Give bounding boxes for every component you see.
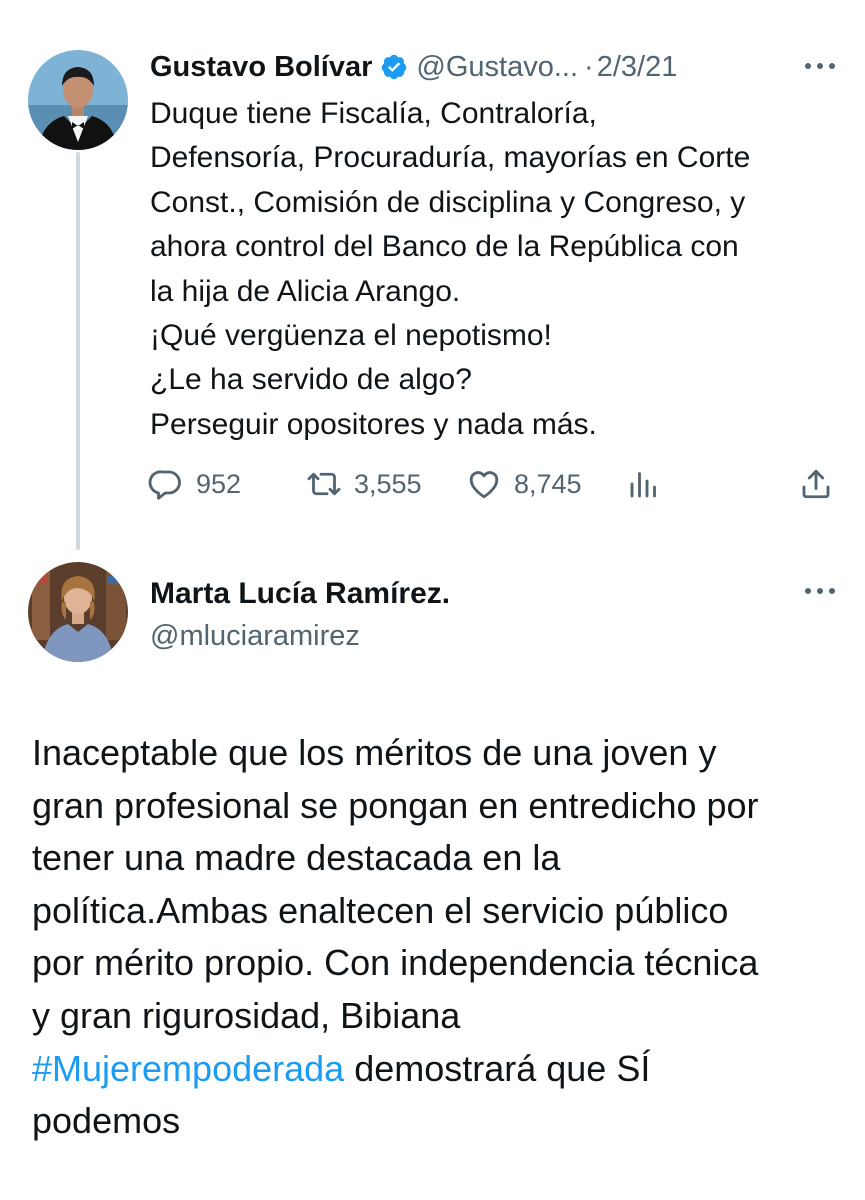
share-button[interactable]	[798, 462, 834, 506]
tweet-text-line: y gran rigurosidad, Bibiana	[32, 994, 461, 1036]
retweet-button[interactable]: 3,555	[306, 462, 422, 506]
share-icon	[802, 469, 830, 499]
like-count: 8,745	[514, 468, 582, 499]
author-handle[interactable]: @Gustavo...	[416, 51, 578, 84]
tweet-text-line: Duque tiene Fiscalía, Contraloría,	[150, 97, 597, 130]
tweet-text-line: por mérito propio. Con independencia téc…	[32, 942, 759, 984]
avatar-gustavo-bolivar[interactable]	[28, 50, 128, 150]
separator-dot: ·	[584, 50, 594, 83]
author-name[interactable]: Gustavo Bolívar	[150, 51, 372, 84]
heart-icon	[469, 471, 499, 499]
tweet-text-line: Const., Comisión de disciplina y Congres…	[150, 185, 746, 219]
author-name[interactable]: Marta Lucía Ramírez.	[150, 573, 450, 615]
analytics-icon	[630, 472, 656, 498]
tweet-text-line: ahora control del Banco de la República …	[150, 230, 739, 264]
tweet2-text: Inaceptable que los méritos de una joven…	[32, 727, 852, 1148]
avatar-marta-lucia-ramirez[interactable]	[28, 562, 128, 662]
tweet-text-line: política.Ambas enaltecen el servicio púb…	[32, 889, 729, 931]
reply-icon	[148, 470, 181, 500]
like-button[interactable]: 8,745	[466, 462, 582, 506]
tweet1-actions: 952 3,555 8,745	[148, 462, 838, 506]
tweet-text-line: ¡Qué vergüenza el nepotismo!	[150, 319, 552, 353]
more-options-icon[interactable]	[805, 585, 835, 597]
tweet-text-line-with-hashtag: #Mujerempoderada demostrará que SÍ	[32, 1043, 852, 1096]
tweet-text-line: Perseguir opositores y nada más.	[150, 407, 597, 441]
retweet-icon	[307, 472, 341, 496]
tweet1-header: Gustavo Bolívar @Gustavo... · 2/3/21	[150, 44, 677, 90]
tweet-text-fragment: demostrará que SÍ	[344, 1047, 651, 1089]
tweet-date[interactable]: 2/3/21	[597, 51, 678, 84]
tweet2-header: Marta Lucía Ramírez. @mluciaramirez	[150, 573, 450, 657]
more-options-icon[interactable]	[805, 60, 835, 72]
reply-button[interactable]: 952	[148, 462, 241, 506]
tweet-text-line: Defensoría, Procuraduría, mayorías en Co…	[150, 141, 751, 175]
reply-count: 952	[196, 468, 242, 499]
tweet-text-line: la hija de Alicia Arango.	[150, 274, 461, 308]
tweet1-text: Duque tiene Fiscalía, Contraloría, Defen…	[150, 92, 850, 447]
views-button[interactable]	[626, 462, 662, 506]
tweet-text-line: podemos	[32, 1100, 181, 1142]
verified-badge-icon	[382, 54, 407, 80]
tweet-text-line: tener una madre destacada en la	[32, 837, 561, 879]
author-handle[interactable]: @mluciaramirez	[150, 615, 450, 657]
retweet-count: 3,555	[354, 468, 422, 499]
tweet-text-line: ¿Le ha servido de algo?	[150, 363, 472, 397]
thread-connector-line	[76, 152, 80, 550]
tweet-text-line: gran profesional se pongan en entredicho…	[32, 784, 759, 826]
tweet-text-line: Inaceptable que los méritos de una joven…	[32, 732, 717, 773]
hashtag-link[interactable]: #Mujerempoderada	[32, 1048, 344, 1089]
